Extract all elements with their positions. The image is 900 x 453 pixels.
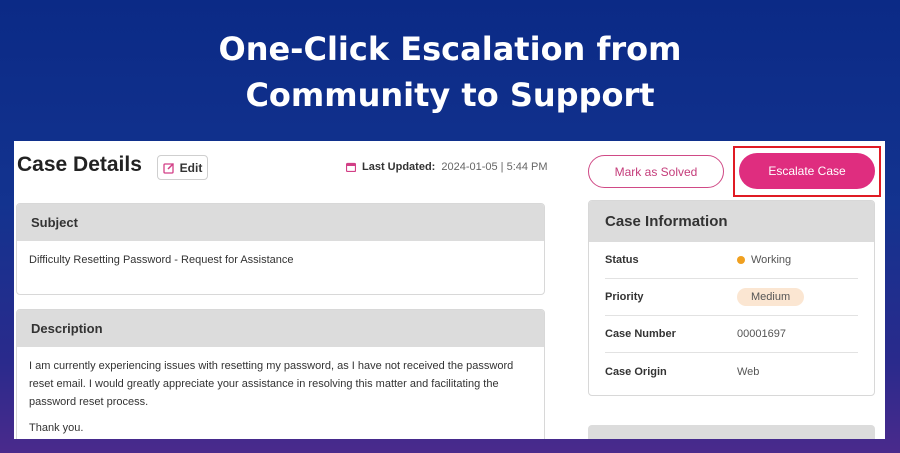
priority-badge: Medium (737, 288, 805, 306)
description-body: I am currently experiencing issues with … (17, 347, 544, 439)
headline-line-1: One-Click Escalation from (218, 30, 682, 68)
status-text: Working (751, 254, 792, 266)
case-origin-label: Case Origin (605, 365, 667, 378)
subject-text: Difficulty Resetting Password - Request … (29, 254, 294, 266)
priority-value: Medium (737, 288, 805, 306)
headline: One-Click Escalation from Community to S… (0, 26, 900, 118)
status-label: Status (605, 254, 639, 266)
headline-line-2: Community to Support (245, 76, 655, 114)
mark-as-solved-button[interactable]: Mark as Solved (588, 155, 724, 188)
next-panel-header (588, 425, 875, 439)
description-paragraph: I am currently experiencing issues with … (29, 360, 514, 408)
status-dot-icon (737, 256, 745, 264)
case-details-screenshot: Case Details Edit Last Updated: 2024-01-… (14, 141, 885, 439)
info-row-priority: Priority Medium (605, 279, 858, 316)
priority-label: Priority (605, 291, 644, 303)
description-signoff: Thank you. (29, 422, 84, 434)
info-row-case-origin: Case Origin Web (605, 353, 858, 390)
last-updated-value: 2024-01-05 | 5:44 PM (441, 161, 548, 173)
last-updated: Last Updated: 2024-01-05 | 5:44 PM (346, 161, 548, 173)
edit-icon (163, 162, 174, 174)
escalate-case-button[interactable]: Escalate Case (739, 153, 875, 189)
description-heading: Description (17, 310, 544, 347)
description-panel: Description I am currently experiencing … (16, 309, 545, 439)
info-row-case-number: Case Number 00001697 (605, 316, 858, 353)
case-information-heading: Case Information (589, 201, 874, 242)
edit-button-label: Edit (179, 160, 203, 175)
subject-heading: Subject (17, 204, 544, 241)
page-title: Case Details (17, 153, 142, 176)
status-value: Working (737, 254, 791, 266)
edit-button[interactable]: Edit (157, 155, 208, 180)
subject-panel: Subject Difficulty Resetting Password - … (16, 203, 545, 295)
case-number-label: Case Number (605, 328, 676, 340)
case-origin-value: Web (737, 365, 760, 378)
last-updated-label: Last Updated: (362, 161, 436, 173)
case-information-panel: Case Information Status Working Priority… (588, 200, 875, 396)
info-row-status: Status Working (605, 242, 858, 279)
calendar-icon (346, 162, 356, 172)
case-number-value: 00001697 (737, 328, 786, 340)
